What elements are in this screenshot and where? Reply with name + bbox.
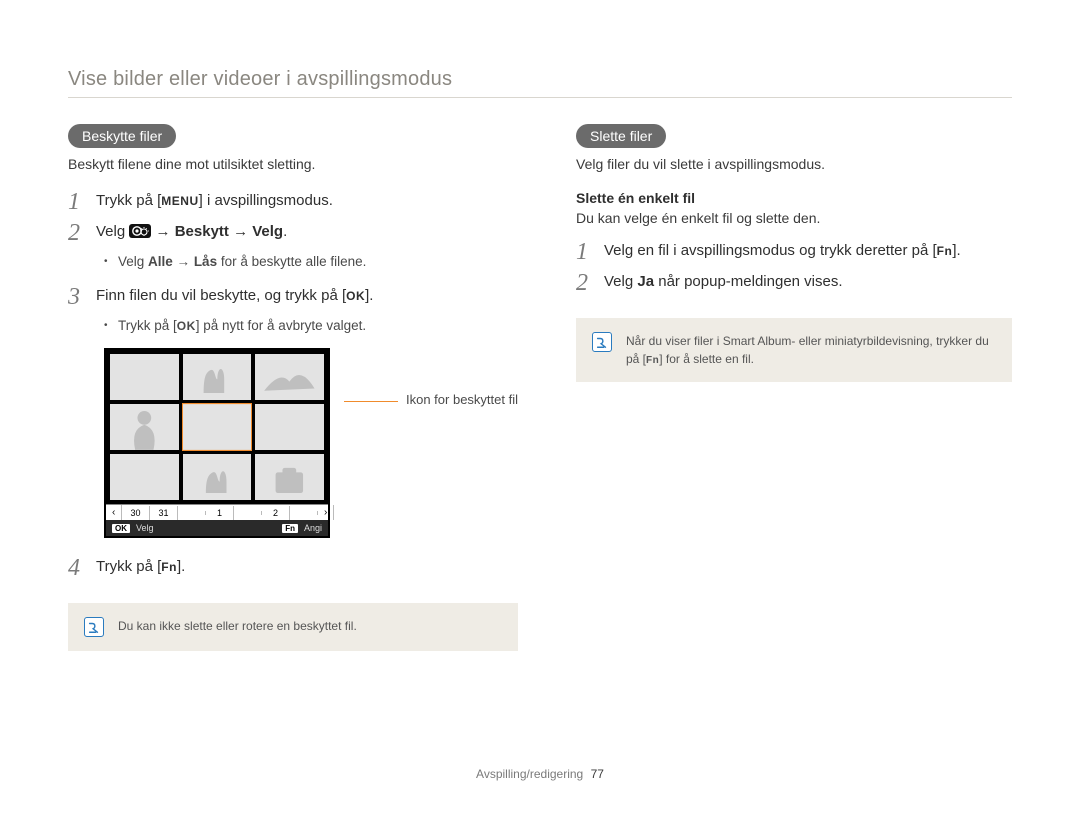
thumbnail-grid <box>106 350 328 504</box>
step-text: Trykk på [ <box>96 192 161 209</box>
date-cell: 1 <box>206 506 234 520</box>
note-text: Du kan ikke slette eller rotere en besky… <box>118 617 357 635</box>
step-text-bold: Ja <box>637 273 654 290</box>
thumbnail <box>255 454 324 500</box>
thumbnail <box>183 354 252 400</box>
settings-icon <box>129 223 151 239</box>
screenshot-footer: OK Velg Fn Angi <box>106 520 328 536</box>
thumbnail <box>110 404 179 450</box>
step-text: ] i avspillingsmodus. <box>199 192 333 209</box>
date-cell: 2 <box>262 506 290 520</box>
step-number: 3 <box>68 285 96 310</box>
bullet-text: Trykk på [ <box>118 318 177 333</box>
prev-icon: ‹ <box>106 505 122 520</box>
note-text-part: ] for å slette en fil. <box>659 352 754 366</box>
note-box: Når du viser filer i Smart Album- eller … <box>576 318 1012 382</box>
fn-button-label: Fn <box>161 559 177 576</box>
page-title: Vise bilder eller videoer i avspillingsm… <box>68 68 1012 91</box>
footer-section: Avspilling/redigering <box>476 767 583 781</box>
thumbnail <box>255 404 324 450</box>
step-text: Trykk på [ <box>96 558 161 575</box>
step-text: ]. <box>177 558 185 575</box>
bullet-text-bold: Alle <box>148 254 173 269</box>
step-number: 1 <box>576 240 604 265</box>
footer-label: Velg <box>136 523 154 533</box>
bullet-text: ] på nytt for å avbryte valget. <box>196 318 366 333</box>
section-pill-protect: Beskytte filer <box>68 124 176 148</box>
fn-button-label: Fn <box>937 243 953 260</box>
ok-button-label: OK <box>177 317 196 335</box>
step-text-bold: → Beskytt → Velg <box>151 223 283 240</box>
step-text: Velg en fil i avspillingsmodus og trykk … <box>604 242 937 259</box>
page-number: 77 <box>591 767 604 781</box>
bullet-text: Velg <box>118 254 148 269</box>
fn-button-label: Fn <box>646 353 659 368</box>
step-2: 2 Velg → Beskytt → Velg. <box>68 221 518 246</box>
thumbnail <box>110 454 179 500</box>
left-column: Beskytte filer Beskytt filene dine mot u… <box>68 124 518 651</box>
thumbnail <box>183 454 252 500</box>
note-box: Du kan ikke slette eller rotere en besky… <box>68 603 518 651</box>
callout-label: Ikon for beskyttet fil <box>406 392 518 407</box>
step-1: 1 Trykk på [MENU] i avspillingsmodus. <box>68 190 518 215</box>
step-text: når popup-meldingen vises. <box>654 273 842 290</box>
subtext: Du kan velge én enkelt fil og slette den… <box>576 210 1012 226</box>
protect-intro: Beskytt filene dine mot utilsiktet slett… <box>68 156 518 172</box>
page-footer: Avspilling/redigering 77 <box>0 767 1080 781</box>
thumbnail-selected <box>183 404 252 450</box>
divider <box>68 97 1012 98</box>
ok-button-label: OK <box>346 288 365 305</box>
next-icon: › <box>318 505 334 520</box>
fn-badge: Fn <box>282 524 298 533</box>
info-icon <box>592 332 612 352</box>
illustration-wrap: ‹ 30 31 1 2 › OK Velg <box>104 348 518 538</box>
ok-badge: OK <box>112 524 130 533</box>
callout-line <box>344 401 398 402</box>
step-2: 2 Velg Ja når popup-meldingen vises. <box>576 271 1012 296</box>
step-text: Velg <box>604 273 637 290</box>
section-pill-delete: Slette filer <box>576 124 666 148</box>
step-number: 4 <box>68 556 96 581</box>
step-text: ]. <box>952 242 960 259</box>
step-number: 2 <box>68 221 96 246</box>
camera-screenshot: ‹ 30 31 1 2 › OK Velg <box>104 348 330 538</box>
date-cell: 30 <box>122 506 150 520</box>
step-1: 1 Velg en fil i avspillingsmodus og tryk… <box>576 240 1012 265</box>
step-3: 3 Finn filen du vil beskytte, og trykk p… <box>68 285 518 310</box>
thumbnail <box>110 354 179 400</box>
delete-intro: Velg filer du vil slette i avspillingsmo… <box>576 156 1012 172</box>
date-cell: 31 <box>150 506 178 520</box>
bullet-text-bold: Lås <box>194 254 217 269</box>
bullet-item: Trykk på [OK] på nytt for å avbryte valg… <box>104 316 518 336</box>
info-icon <box>84 617 104 637</box>
step-text: Finn filen du vil beskytte, og trykk på … <box>96 287 346 304</box>
step-text: . <box>283 223 287 240</box>
footer-label: Angi <box>304 523 322 533</box>
subheading: Slette én enkelt fil <box>576 190 1012 206</box>
bullet-item: Velg Alle → Lås for å beskytte alle file… <box>104 252 518 272</box>
thumbnail <box>255 354 324 400</box>
step-text: ]. <box>365 287 373 304</box>
right-column: Slette filer Velg filer du vil slette i … <box>576 124 1012 651</box>
note-text: Når du viser filer i Smart Album- eller … <box>626 332 996 368</box>
menu-button-label: MENU <box>161 193 198 210</box>
bullet-text: → <box>173 254 194 269</box>
step-text: Velg <box>96 223 129 240</box>
date-row: ‹ 30 31 1 2 › <box>106 504 328 520</box>
step-number: 1 <box>68 190 96 215</box>
bullet-text: for å beskytte alle filene. <box>217 254 366 269</box>
step-4: 4 Trykk på [Fn]. <box>68 556 518 581</box>
step-number: 2 <box>576 271 604 296</box>
